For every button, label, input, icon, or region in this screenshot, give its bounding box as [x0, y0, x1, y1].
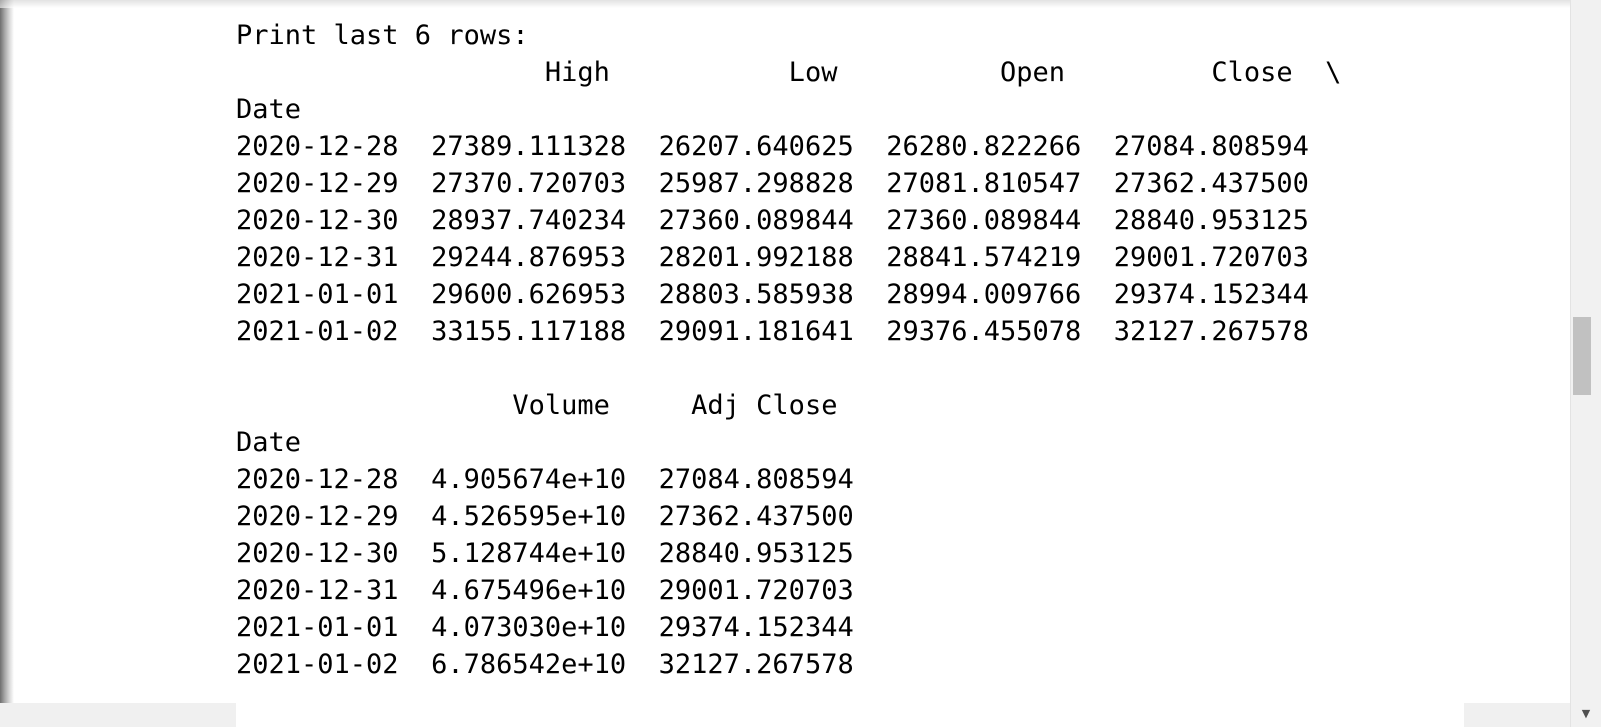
- notebook-viewport: Print last 6 rows: High Low Open Close \…: [0, 0, 1601, 727]
- output-line-row: 2020-12-28 27389.111328 26207.640625 262…: [236, 131, 1309, 162]
- scroll-down-button[interactable]: ▼: [1571, 700, 1601, 727]
- output-line-row: 2020-12-29 27370.720703 25987.298828 270…: [236, 168, 1309, 199]
- output-line-row: 2021-01-02 6.786542e+10 32127.267578: [236, 649, 854, 680]
- cell-output: Print last 6 rows: High Low Open Close \…: [236, 17, 1341, 683]
- output-line-row: 2021-01-01 4.073030e+10 29374.152344: [236, 612, 854, 643]
- left-window-shadow: [0, 0, 14, 727]
- chevron-down-icon: ▼: [1581, 707, 1591, 720]
- scrollbar-thumb[interactable]: [1573, 317, 1591, 395]
- output-line-row: 2020-12-30 28937.740234 27360.089844 273…: [236, 205, 1309, 236]
- output-line-index-name-2: Date: [236, 427, 302, 458]
- output-line-blank: [236, 350, 1341, 387]
- output-line-row: 2020-12-30 5.128744e+10 28840.953125: [236, 538, 854, 569]
- output-line-header-2: Volume Adj Close: [236, 390, 838, 421]
- output-line-row: 2020-12-31 4.675496e+10 29001.720703: [236, 575, 854, 606]
- output-line-row: 2020-12-29 4.526595e+10 27362.437500: [236, 501, 854, 532]
- output-line-row: 2021-01-01 29600.626953 28803.585938 289…: [236, 279, 1309, 310]
- output-line-index-name-1: Date: [236, 94, 302, 125]
- output-line-row: 2020-12-28 4.905674e+10 27084.808594: [236, 464, 854, 495]
- vertical-scrollbar[interactable]: ▼: [1570, 0, 1601, 727]
- output-line-row: 2021-01-02 33155.117188 29091.181641 293…: [236, 316, 1309, 347]
- output-line-caption: Print last 6 rows:: [236, 20, 529, 51]
- output-line-row: 2020-12-31 29244.876953 28201.992188 288…: [236, 242, 1309, 273]
- next-cell-top-edge[interactable]: [236, 703, 1464, 727]
- output-line-header-1: High Low Open Close \: [236, 57, 1342, 88]
- top-window-shadow: [0, 0, 1570, 8]
